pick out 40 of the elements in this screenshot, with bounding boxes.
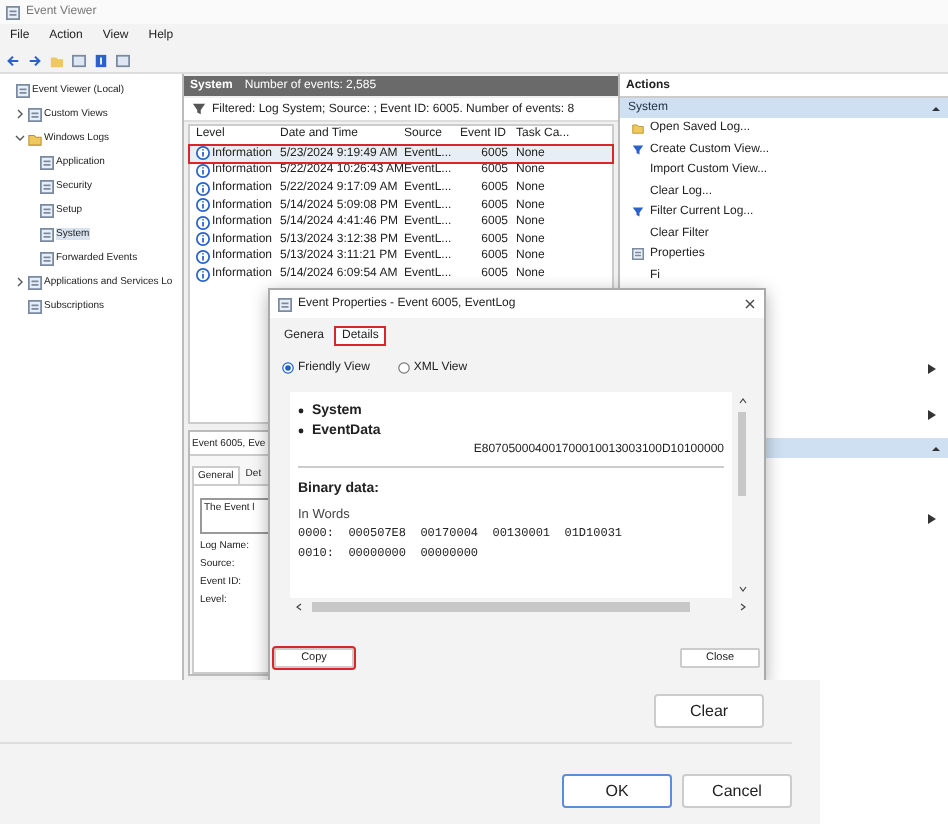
- panel-icon[interactable]: [72, 53, 86, 67]
- log-icon: [40, 155, 54, 169]
- filter-icon: [192, 102, 206, 116]
- app-icon: [278, 297, 292, 311]
- cancel-button[interactable]: Cancel: [682, 774, 792, 808]
- folder-icon: [632, 122, 644, 135]
- log-icon: [16, 83, 30, 97]
- scroll-up-icon[interactable]: [737, 396, 747, 406]
- scrollbar-thumb[interactable]: [312, 602, 690, 612]
- radio-button[interactable]: [397, 362, 410, 374]
- info-icon: [196, 267, 210, 282]
- log-icon: [28, 275, 42, 289]
- log-icon: [40, 227, 54, 241]
- scrollbar-thumb[interactable]: [738, 412, 746, 496]
- scroll-down-icon[interactable]: [737, 584, 747, 594]
- submenu-arrow-icon[interactable]: [928, 410, 936, 420]
- clear-button[interactable]: Clear: [654, 694, 764, 728]
- ok-button[interactable]: OK: [562, 774, 672, 808]
- scroll-left-icon[interactable]: [294, 602, 304, 612]
- scroll-right-icon[interactable]: [738, 602, 748, 612]
- back-icon[interactable]: [6, 53, 20, 67]
- log-icon: [40, 203, 54, 217]
- panel-icon[interactable]: [116, 53, 130, 67]
- filter-icon: [632, 206, 644, 219]
- log-icon: [40, 179, 54, 193]
- log-icon: [40, 251, 54, 265]
- log-icon: [28, 299, 42, 313]
- log-icon: [28, 107, 42, 121]
- filter-icon: [632, 143, 644, 156]
- close-icon[interactable]: [744, 298, 756, 310]
- bullet-icon: [298, 428, 304, 434]
- folder-icon: [28, 131, 42, 145]
- submenu-arrow-icon[interactable]: [928, 513, 936, 523]
- submenu-arrow-icon[interactable]: [928, 364, 936, 374]
- forward-icon[interactable]: [28, 53, 42, 67]
- help-icon[interactable]: [94, 53, 108, 67]
- properties-icon: [632, 248, 644, 261]
- bullet-icon: [298, 408, 304, 414]
- app-icon: [6, 5, 20, 19]
- radio-button[interactable]: [282, 362, 294, 374]
